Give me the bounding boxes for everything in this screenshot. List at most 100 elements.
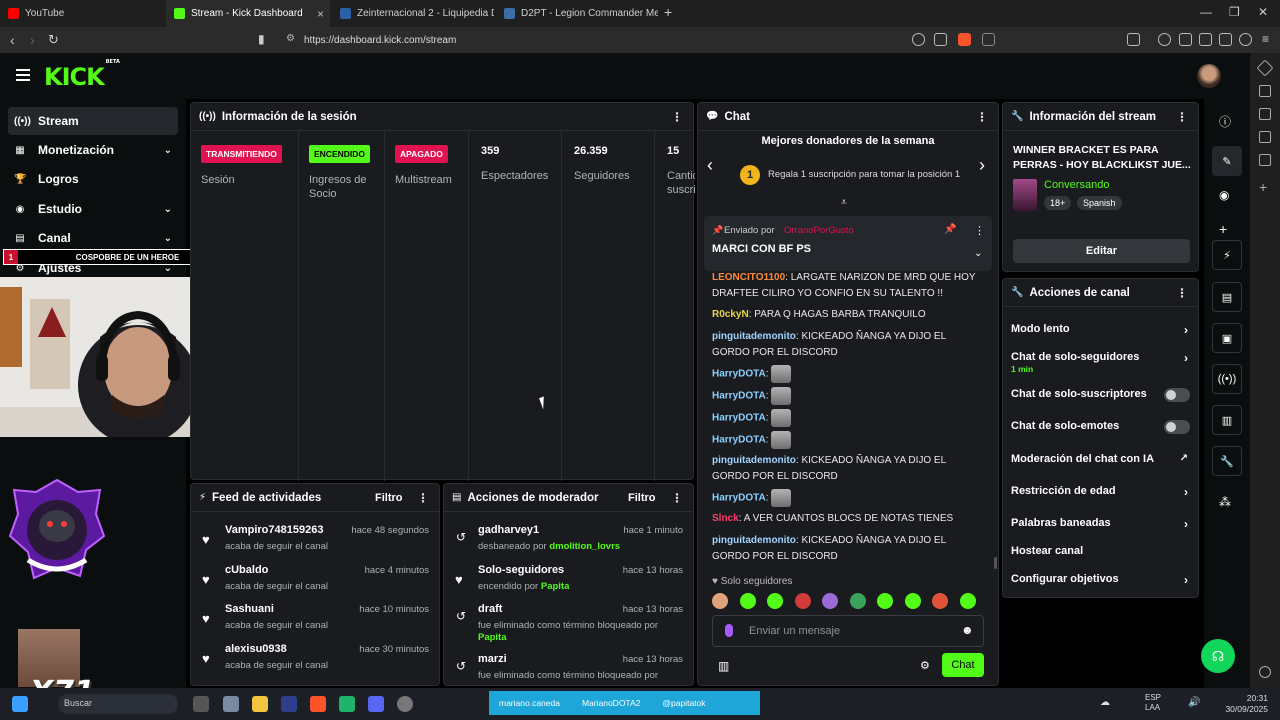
chat-message[interactable]: HarryDOTA: — [712, 489, 984, 507]
mod-action-target[interactable]: gadharvey1 — [478, 524, 539, 536]
minimize-icon[interactable]: — — [1200, 5, 1212, 19]
chevron-right-icon[interactable]: › — [1184, 573, 1188, 587]
media-icon[interactable] — [1158, 33, 1171, 46]
emote-icon[interactable] — [904, 593, 921, 609]
toggle-switch[interactable] — [1164, 388, 1190, 402]
more-options-icon[interactable]: ⋮ — [671, 491, 683, 505]
chat-username[interactable]: HarryDOTA — [712, 391, 766, 402]
reading-list-icon[interactable] — [1259, 85, 1271, 97]
store-icon[interactable] — [223, 696, 239, 712]
share-icon[interactable] — [934, 33, 947, 46]
sidebar-toggle-icon[interactable] — [1179, 33, 1192, 46]
tab-d2pt[interactable]: D2PT - Legion Commander Meta Item — [496, 0, 658, 27]
chat-username[interactable]: Slnck — [712, 513, 739, 524]
microphone-icon[interactable] — [725, 624, 733, 637]
history-icon[interactable] — [1259, 108, 1271, 120]
chat-username[interactable]: R0ckyN — [712, 309, 749, 320]
activity-row[interactable]: ♥ Sashuani acaba de seguir el canal hace 10… — [199, 601, 431, 637]
layout-button[interactable]: ▥ — [1212, 405, 1242, 435]
chat-message[interactable]: pinguitademonito: KICKEADO ÑANGA YA DIJO… — [712, 453, 984, 484]
activity-row[interactable]: ♥ Vampiro748159263 acaba de seguir el cana… — [199, 522, 431, 558]
volume-icon[interactable]: 🔊 — [1188, 697, 1200, 708]
chat-message[interactable]: HarryDOTA: — [712, 387, 984, 405]
chat-input[interactable]: Enviar un mensaje ☻ — [712, 615, 984, 647]
brave-icon[interactable] — [310, 696, 326, 712]
chat-message[interactable]: Slnck: A VER CUANTOS BLOCS DE NOTAS TIEN… — [712, 511, 984, 527]
chat-button[interactable]: ▣ — [1212, 323, 1242, 353]
obs-icon[interactable] — [397, 696, 413, 712]
chat-username[interactable]: LEONCITO1100 — [712, 272, 785, 283]
sidebar-settings-icon[interactable] — [1259, 666, 1271, 678]
chat-message[interactable]: HarryDOTA: — [712, 409, 984, 427]
close-tab-icon[interactable]: × — [317, 7, 324, 21]
lightning-button[interactable]: ⚡ — [1212, 240, 1242, 270]
tab-liquipedia[interactable]: Zeinternacional 2 - Liquipedia Dota 2 — [332, 0, 494, 27]
add-widget-icon[interactable]: + — [1219, 221, 1227, 237]
kick-logo[interactable]: KICKBETA — [44, 59, 120, 91]
clock[interactable]: 20:31 30/09/2025 — [1224, 693, 1268, 715]
brave-shields-icon[interactable] — [958, 33, 971, 46]
emote-icon[interactable] — [849, 593, 866, 609]
moderator-name[interactable]: Papita — [541, 581, 570, 592]
chat-username[interactable]: HarryDOTA — [712, 435, 766, 446]
more-options-icon[interactable]: ⋮ — [974, 224, 985, 237]
more-options-icon[interactable]: ⋮ — [671, 110, 683, 124]
channel-action-hostear-canal[interactable]: Hostear canal — [1011, 545, 1190, 565]
chat-username[interactable]: pinguitademonito — [712, 331, 796, 342]
tools-button[interactable]: 🔧 — [1212, 446, 1242, 476]
chevron-right-icon[interactable]: › — [1184, 485, 1188, 499]
emote-icon[interactable] — [767, 593, 783, 609]
chevron-right-icon[interactable]: › — [1184, 351, 1188, 365]
emote-icon[interactable] — [712, 593, 728, 609]
channel-action-moderaci-n-del-chat-con-ia[interactable]: Moderación del chat con IA ↗ — [1011, 453, 1190, 473]
moderator-name[interactable]: Papita — [478, 632, 507, 643]
emote-icon[interactable] — [959, 593, 976, 609]
gift-icon[interactable]: ▥ — [718, 659, 729, 673]
channel-action-modo-lento[interactable]: Modo lento › — [1011, 323, 1190, 343]
pinned-user[interactable]: OrranoPorGusto — [784, 225, 854, 236]
pin-icon[interactable] — [1256, 59, 1274, 77]
activity-row[interactable]: ♥ alexisu0938 acaba de seguir el canal hace… — [199, 641, 431, 677]
nav-item-monetización[interactable]: ▦ Monetización ⌄ — [8, 136, 178, 164]
chat-username[interactable]: HarryDOTA — [712, 369, 766, 380]
leo-icon[interactable] — [1219, 33, 1232, 46]
channel-action-chat-de-solo-seguidores[interactable]: Chat de solo-seguidores 1 min › — [1011, 351, 1190, 374]
edit-layout-button[interactable]: ✎ — [1212, 146, 1242, 176]
back-icon[interactable]: ‹ — [10, 32, 15, 48]
support-button[interactable]: ☊ — [1201, 639, 1235, 673]
edit-stream-button[interactable]: Editar — [1013, 239, 1190, 263]
mod-filter-button[interactable]: Filtro — [628, 492, 656, 504]
chat-username[interactable]: pinguitademonito — [712, 535, 796, 546]
notes-button[interactable]: ▤ — [1212, 282, 1242, 312]
chevron-down-icon[interactable]: ⌄ — [974, 248, 982, 259]
unpin-icon[interactable]: 📌 — [944, 224, 956, 235]
external-link-icon[interactable]: ↗ — [1180, 453, 1188, 464]
taskbar-search[interactable]: Buscar — [58, 694, 178, 714]
vpn-icon[interactable] — [1239, 33, 1252, 46]
chevron-down-icon[interactable]: ⌄ — [164, 145, 172, 156]
mod-action-target[interactable]: marzi — [478, 653, 507, 665]
nav-item-canal[interactable]: ▤ Canal ⌄ — [8, 224, 178, 252]
broadcast-button[interactable]: ((•)) — [1212, 364, 1242, 394]
forward-icon[interactable]: › — [30, 32, 35, 48]
chat-message[interactable]: HarryDOTA: — [712, 431, 984, 449]
wallet-icon[interactable] — [1199, 33, 1212, 46]
emoji-picker-icon[interactable]: ☻ — [961, 623, 974, 637]
prev-icon[interactable]: ‹ — [707, 155, 713, 176]
screenshot-icon[interactable] — [1127, 33, 1140, 46]
mod-action-row[interactable]: ↺ draft fue eliminado como término bloquea… — [452, 601, 685, 645]
rewards-icon[interactable] — [982, 33, 995, 46]
chat-message[interactable]: LEONCITO1100: LARGATE NARIZON DE MRD QUE… — [712, 270, 984, 301]
url-field[interactable]: ⚙ https://dashboard.kick.com/stream — [278, 30, 998, 50]
more-options-icon[interactable]: ⋮ — [1176, 110, 1188, 124]
mod-action-row[interactable]: ↺ marzi fue eliminado como término bloquea… — [452, 651, 685, 685]
language-indicator[interactable]: ESP LAA — [1145, 693, 1161, 713]
mod-action-target[interactable]: Solo-seguidores — [478, 564, 564, 576]
close-window-icon[interactable]: ✕ — [1258, 5, 1268, 19]
zoom-icon[interactable] — [912, 33, 925, 46]
cloud-icon[interactable]: ☁ — [1100, 697, 1110, 708]
activity-user[interactable]: cUbaldo — [225, 564, 268, 576]
tab-youtube[interactable]: YouTube — [0, 0, 166, 27]
task-view-icon[interactable] — [193, 696, 209, 712]
discord-icon[interactable] — [368, 696, 384, 712]
